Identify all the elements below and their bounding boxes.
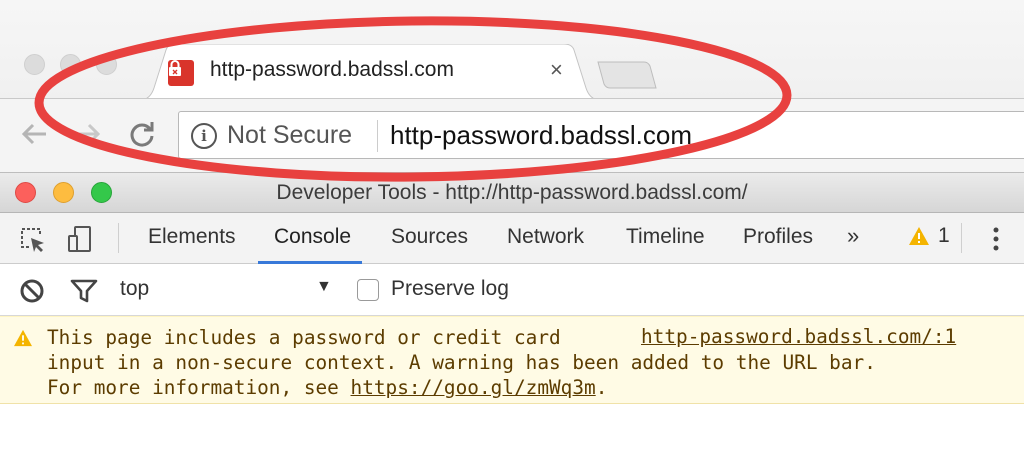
tab-network[interactable]: Network [507, 225, 584, 249]
toolbar-divider [961, 223, 962, 253]
reload-icon[interactable] [126, 118, 158, 150]
info-icon[interactable]: i [191, 123, 217, 149]
tab-title: http-password.badssl.com [210, 58, 454, 81]
tab-sources[interactable]: Sources [391, 225, 468, 249]
warning-counter[interactable]: 1 [908, 224, 950, 248]
console-prompt[interactable] [0, 404, 1024, 459]
toolbar-divider [118, 223, 119, 253]
warning-text-suffix: . [595, 376, 608, 399]
preserve-log-label[interactable]: Preserve log [391, 277, 509, 301]
clear-console-icon[interactable] [18, 277, 46, 305]
browser-toolbar: i Not Secure http-password.badssl.com [0, 98, 1024, 173]
warning-text-prefix: For more information, see [47, 376, 351, 399]
customize-menu-icon[interactable] [985, 225, 1007, 253]
tab-profiles[interactable]: Profiles [743, 225, 813, 249]
tab-console[interactable]: Console [274, 225, 351, 249]
window-close-button[interactable] [24, 54, 45, 75]
url-text[interactable]: http-password.badssl.com [390, 120, 692, 151]
warning-icon [909, 227, 929, 245]
warning-source-link[interactable]: http-password.badssl.com/:1 [641, 325, 956, 348]
context-select[interactable]: top [120, 277, 149, 301]
address-bar[interactable]: i Not Secure http-password.badssl.com [178, 111, 1024, 159]
security-chip[interactable]: Not Secure [227, 121, 352, 150]
warning-text-line-2: input in a non-secure context. A warning… [47, 351, 876, 374]
tab-strip: http-password.badssl.com × [0, 0, 1024, 100]
lock-icon [168, 60, 194, 86]
back-arrow-icon[interactable] [18, 118, 50, 150]
tab-elements[interactable]: Elements [148, 225, 236, 249]
preserve-log-checkbox[interactable] [357, 279, 379, 301]
console-toolbar: top ▼ Preserve log [0, 264, 1024, 316]
browser-chrome: http-password.badssl.com × i Not Secure … [0, 0, 1024, 173]
inspect-element-icon[interactable] [18, 225, 46, 253]
window-minimize-button[interactable] [60, 54, 81, 75]
window-zoom-button[interactable] [96, 54, 117, 75]
tab-close-icon[interactable]: × [550, 57, 563, 83]
console-warning-message: This page includes a password or credit … [0, 316, 1024, 404]
new-tab-button[interactable] [596, 60, 658, 90]
browser-tab[interactable]: http-password.badssl.com × [140, 44, 600, 100]
filter-icon[interactable] [70, 277, 98, 305]
warning-text-line-1: This page includes a password or credit … [47, 326, 561, 349]
warning-text-line-3: For more information, see https://goo.gl… [47, 375, 607, 400]
forward-arrow-icon[interactable] [72, 118, 104, 150]
devtools-titlebar: Developer Tools - http://http-password.b… [0, 173, 1024, 213]
warning-info-link[interactable]: https://goo.gl/zmWq3m [351, 376, 596, 399]
devtools-window-title: Developer Tools - http://http-password.b… [276, 181, 748, 204]
tab-timeline[interactable]: Timeline [626, 225, 705, 249]
warning-count: 1 [938, 224, 950, 247]
more-tabs-icon[interactable]: » [847, 223, 859, 249]
omnibox-divider [377, 120, 378, 152]
warning-icon [14, 329, 32, 347]
chevron-down-icon[interactable]: ▼ [316, 278, 332, 296]
device-toolbar-icon[interactable] [66, 225, 94, 253]
devtools-tabbar: Elements Console Sources Network Timelin… [0, 213, 1024, 264]
